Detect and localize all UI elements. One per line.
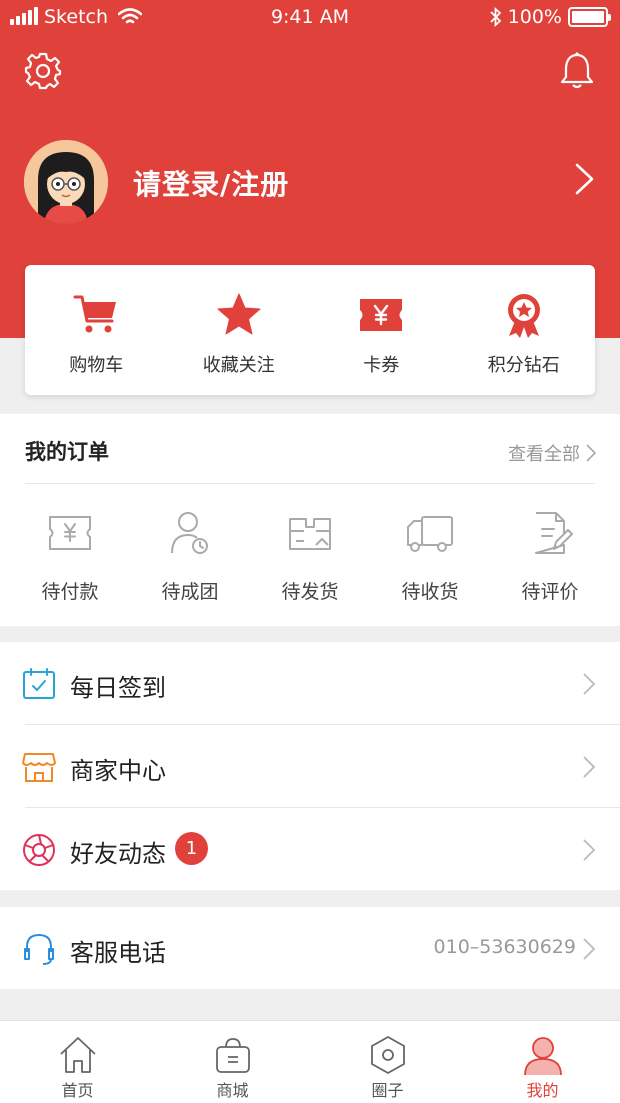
avatar[interactable]: [24, 140, 108, 224]
group-buy-icon: [171, 512, 208, 554]
menu-group: 每日签到 商家中心 好友动态 1: [0, 642, 620, 890]
store-icon: [22, 753, 56, 782]
quick-link-coupons[interactable]: 卡券: [310, 265, 453, 395]
order-label: 待收货: [401, 581, 459, 603]
payment-icon: [49, 516, 91, 550]
cart-icon: [73, 295, 117, 333]
chevron-right-icon: [586, 444, 596, 462]
star-icon: [217, 293, 261, 335]
quick-link-favorites[interactable]: 收藏关注: [168, 265, 311, 395]
tab-label: 商城: [216, 1081, 249, 1100]
truck-icon: [407, 516, 453, 552]
battery-icon: [568, 7, 611, 27]
orders-title: 我的订单: [25, 440, 109, 464]
tab-label: 圈子: [371, 1081, 404, 1100]
quick-link-points[interactable]: 积分钻石: [453, 265, 596, 395]
quick-link-cart[interactable]: 购物车: [25, 265, 168, 395]
medal-icon: [507, 294, 540, 338]
order-pending-group[interactable]: 待成团: [130, 509, 250, 609]
headset-icon: [24, 933, 54, 965]
chevron-right-icon: [583, 938, 596, 960]
order-pending-receipt[interactable]: 待收货: [370, 509, 490, 609]
aperture-icon: [23, 834, 55, 866]
tab-label: 我的: [526, 1081, 559, 1100]
calendar-check-icon: [23, 668, 55, 699]
view-all-orders-link[interactable]: 查看全部: [508, 440, 596, 466]
home-icon: [59, 1037, 96, 1073]
chevron-right-icon: [583, 839, 596, 861]
status-bar: Sketch 9:41 AM 100%: [0, 0, 620, 36]
divider: [25, 483, 595, 484]
menu-label: 每日签到: [70, 674, 166, 702]
order-pending-shipment[interactable]: 待发货: [250, 509, 370, 609]
menu-label: 客服电话: [70, 939, 166, 967]
hexagon-icon: [370, 1036, 405, 1074]
view-all-label: 查看全部: [508, 444, 580, 465]
menu-label: 好友动态: [70, 840, 166, 868]
menu-label: 商家中心: [70, 757, 166, 785]
quick-links-card: 购物车 收藏关注 卡券 积分钻石: [25, 265, 595, 395]
tab-circle[interactable]: 圈子: [310, 1021, 465, 1103]
menu-customer-service[interactable]: 客服电话 010–53630629: [0, 907, 620, 989]
quick-link-label: 购物车: [69, 355, 124, 376]
menu-merchant-center[interactable]: 商家中心: [0, 725, 620, 807]
user-icon: [523, 1037, 562, 1075]
quick-link-label: 收藏关注: [202, 355, 275, 376]
battery-percent: 100%: [507, 6, 562, 28]
bluetooth-icon: [490, 7, 501, 27]
service-phone-number: 010–53630629: [433, 936, 576, 958]
tab-home[interactable]: 首页: [0, 1021, 155, 1103]
order-pending-review[interactable]: 待评价: [490, 509, 610, 609]
chevron-right-icon: [583, 673, 596, 695]
tab-label: 首页: [61, 1081, 94, 1100]
orders-section: 我的订单 查看全部 待付款 待成团 待发货 待收货 待评价: [0, 414, 620, 626]
review-icon: [535, 512, 573, 554]
tab-bar: 首页 商城 圈子 我的: [0, 1020, 620, 1103]
settings-icon[interactable]: [22, 50, 64, 92]
quick-link-label: 卡券: [363, 355, 400, 376]
customer-service-section: 客服电话 010–53630629: [0, 907, 620, 989]
bell-icon[interactable]: [556, 50, 598, 92]
order-label: 待成团: [161, 581, 219, 603]
package-icon: [289, 518, 331, 550]
coupon-icon: [360, 299, 403, 331]
login-register-link[interactable]: 请登录/注册: [133, 163, 289, 203]
menu-daily-sign-in[interactable]: 每日签到: [0, 642, 620, 724]
order-label: 待发货: [281, 581, 339, 603]
order-pending-payment[interactable]: 待付款: [10, 509, 130, 609]
quick-link-label: 积分钻石: [487, 355, 560, 376]
chevron-right-icon[interactable]: [572, 162, 598, 196]
menu-friend-activity[interactable]: 好友动态 1: [0, 808, 620, 890]
tab-mall[interactable]: 商城: [155, 1021, 310, 1103]
chevron-right-icon: [583, 756, 596, 778]
shopping-bag-icon: [215, 1038, 250, 1073]
order-label: 待付款: [41, 581, 99, 603]
avatar-image: [24, 140, 108, 224]
notification-badge: 1: [175, 832, 208, 865]
order-label: 待评价: [521, 581, 579, 603]
tab-mine[interactable]: 我的: [465, 1021, 620, 1103]
